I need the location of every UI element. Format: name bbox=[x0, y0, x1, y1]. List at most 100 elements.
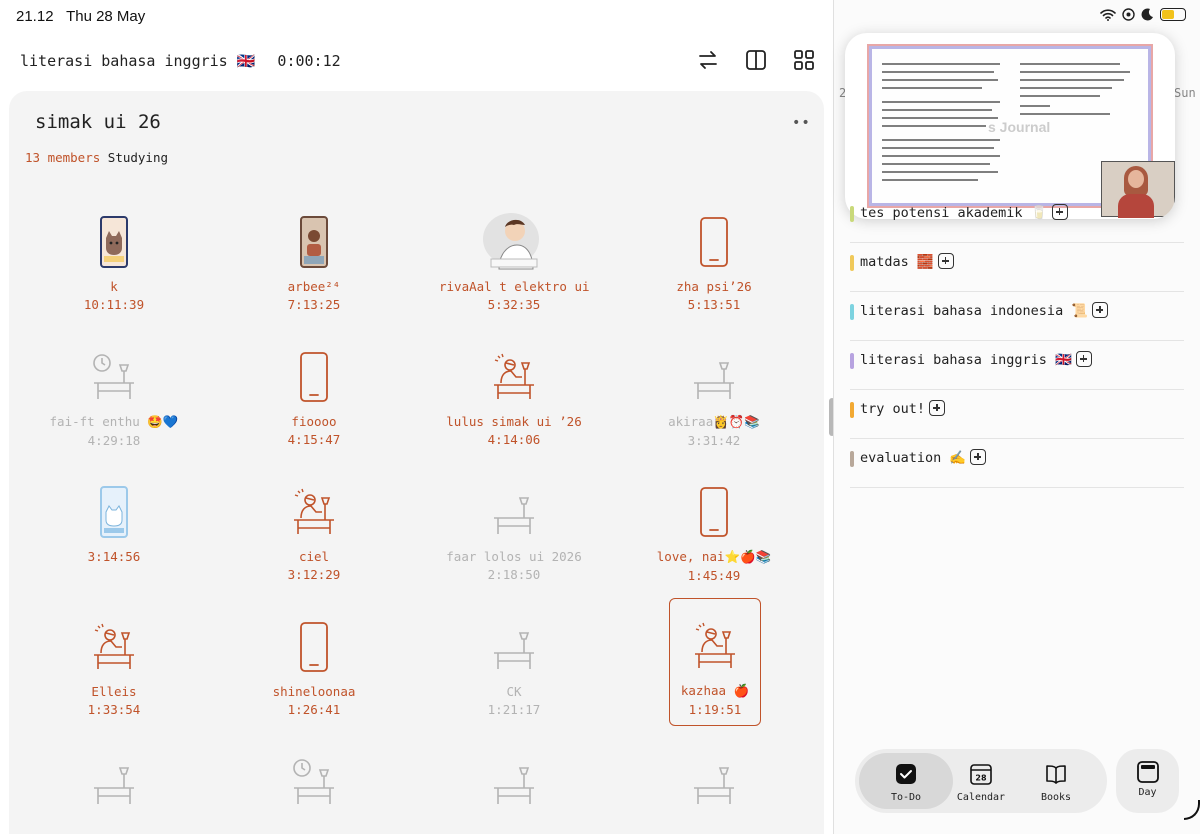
add-task-icon[interactable] bbox=[929, 400, 946, 416]
member-card[interactable] bbox=[39, 749, 189, 819]
member-name: lulus simak ui ’26 bbox=[446, 414, 582, 429]
studying-desk-icon bbox=[670, 613, 760, 679]
tab-books-label: Books bbox=[1040, 792, 1072, 803]
member-card[interactable]: k 10:11:39 bbox=[39, 209, 189, 312]
member-card[interactable]: faar lolos ui 2026 2:18:50 bbox=[439, 479, 589, 582]
member-card[interactable]: Elleis 1:33:54 bbox=[39, 614, 189, 717]
member-card[interactable]: zha psi’26 5:13:51 bbox=[639, 209, 789, 312]
member-name: k bbox=[110, 279, 118, 294]
phone-icon bbox=[239, 614, 389, 680]
add-task-icon[interactable] bbox=[1092, 302, 1109, 318]
phone-icon bbox=[639, 479, 789, 545]
status-date: Thu 28 May bbox=[66, 8, 146, 25]
picture-in-picture-video[interactable]: s Journal bbox=[845, 33, 1175, 219]
subject-item[interactable]: tes potensi akademik 🥛 bbox=[850, 194, 1184, 243]
subject-item[interactable]: try out! bbox=[850, 390, 1184, 439]
member-study-time: 5:32:35 bbox=[487, 297, 541, 312]
desk-icon bbox=[639, 749, 789, 815]
member-card[interactable]: akiraa👸⏰📚 3:31:42 bbox=[639, 344, 789, 448]
member-study-time: 1:26:41 bbox=[287, 702, 341, 717]
member-name: akiraa👸⏰📚 bbox=[668, 414, 760, 429]
desk-icon bbox=[639, 344, 789, 410]
subject-color-bar bbox=[850, 304, 854, 320]
member-card[interactable]: 3:14:56 bbox=[39, 479, 189, 564]
top-actions bbox=[696, 48, 816, 72]
member-card[interactable]: fai-ft enthu 🤩💙 4:29:18 bbox=[39, 344, 189, 448]
member-study-time: 1:21:17 bbox=[487, 702, 541, 717]
add-task-icon[interactable] bbox=[970, 449, 987, 465]
current-subject[interactable]: literasi bahasa inggris 🇬🇧 bbox=[20, 52, 255, 70]
studying-desk-icon bbox=[239, 479, 389, 545]
member-name: rivaAal t elektro ui bbox=[439, 279, 590, 294]
member-name: ciel bbox=[298, 549, 330, 564]
member-card[interactable]: fioooo 4:15:47 bbox=[239, 344, 389, 447]
member-card[interactable]: ciel 3:12:29 bbox=[239, 479, 389, 582]
member-name: love, nai⭐🍎📚 bbox=[656, 549, 772, 564]
studying-desk-icon bbox=[439, 344, 589, 410]
member-name: arbee²⁴ bbox=[287, 279, 341, 294]
subject-item[interactable]: matdas 🧱 bbox=[850, 243, 1184, 292]
member-count: 13 members bbox=[25, 150, 101, 165]
bottom-tab-bar: To-Do 28 Calendar Books bbox=[855, 749, 1107, 813]
battery-icon bbox=[1160, 8, 1186, 21]
member-card[interactable]: rivaAal t elektro ui 5:32:35 bbox=[439, 209, 590, 312]
split-view-icon[interactable] bbox=[744, 48, 768, 72]
status-bar-clock: 21.12 Thu 28 May bbox=[16, 8, 145, 25]
member-card[interactable] bbox=[639, 749, 789, 819]
swap-icon[interactable] bbox=[696, 48, 720, 72]
cat-phone-avatar-blue bbox=[39, 479, 189, 545]
cat-phone-avatar bbox=[39, 209, 189, 275]
add-task-icon[interactable] bbox=[1075, 351, 1092, 367]
tab-books[interactable]: Books bbox=[1009, 753, 1103, 809]
subject-item[interactable]: literasi bahasa inggris 🇬🇧 bbox=[850, 341, 1184, 390]
member-card[interactable]: kazhaa 🍎 1:19:51 bbox=[669, 598, 761, 726]
more-options-icon[interactable]: •• bbox=[792, 115, 811, 131]
subject-label-wrap: tes potensi akademik 🥛 bbox=[860, 204, 1068, 221]
grid-view-icon[interactable] bbox=[792, 48, 816, 72]
member-card[interactable] bbox=[439, 749, 589, 819]
member-card[interactable]: lulus simak ui ’26 4:14:06 bbox=[439, 344, 589, 447]
subject-label: matdas 🧱 bbox=[860, 254, 934, 270]
subject-label: literasi bahasa inggris 🇬🇧 bbox=[860, 352, 1072, 368]
member-study-time: 3:14:56 bbox=[87, 549, 141, 564]
photo-phone-avatar bbox=[239, 209, 389, 275]
subject-label: try out! bbox=[860, 401, 926, 417]
member-name: CK bbox=[506, 684, 522, 699]
subject-label-wrap: literasi bahasa indonesia 📜 bbox=[860, 302, 1109, 319]
subject-label: literasi bahasa indonesia 📜 bbox=[860, 303, 1089, 319]
member-card[interactable]: CK 1:21:17 bbox=[439, 614, 589, 717]
day-view-button[interactable]: Day bbox=[1116, 749, 1179, 813]
member-card[interactable]: arbee²⁴ 7:13:25 bbox=[239, 209, 389, 312]
desk-icon bbox=[439, 614, 589, 680]
group-status: 13 members Studying bbox=[25, 150, 168, 165]
member-study-time: 4:29:18 bbox=[87, 433, 141, 448]
member-study-time: 1:19:51 bbox=[688, 702, 742, 717]
member-card[interactable] bbox=[239, 749, 389, 819]
member-card[interactable]: love, nai⭐🍎📚 1:45:49 bbox=[639, 479, 789, 583]
member-card[interactable]: shineloonaa 1:26:41 bbox=[239, 614, 389, 717]
phone-icon bbox=[639, 209, 789, 275]
desk-icon bbox=[39, 749, 189, 815]
subject-color-bar bbox=[850, 451, 854, 467]
member-name: faar lolos ui 2026 bbox=[446, 549, 582, 564]
study-room-pane: 21.12 Thu 28 May literasi bahasa inggris… bbox=[0, 0, 835, 834]
pip-watermark: s Journal bbox=[988, 119, 1051, 135]
member-name: kazhaa 🍎 bbox=[680, 683, 750, 698]
day-view-label: Day bbox=[1138, 787, 1157, 798]
study-group-card: simak ui 26 •• 13 members Studying k 10:1… bbox=[9, 91, 824, 834]
day-view-icon bbox=[1136, 761, 1159, 783]
member-study-time: 1:33:54 bbox=[87, 702, 141, 717]
status-time: 21.12 bbox=[16, 8, 54, 25]
subject-item[interactable]: evaluation ✍️ bbox=[850, 439, 1184, 488]
member-study-time: 3:31:42 bbox=[687, 433, 741, 448]
group-title: simak ui 26 bbox=[35, 111, 161, 133]
subject-item[interactable]: literasi bahasa indonesia 📜 bbox=[850, 292, 1184, 341]
status-icons bbox=[1100, 8, 1186, 21]
member-study-time: 10:11:39 bbox=[83, 297, 145, 312]
week-day-last[interactable]: Sun bbox=[1174, 86, 1196, 100]
member-study-time: 4:15:47 bbox=[287, 432, 341, 447]
add-task-icon[interactable] bbox=[1051, 204, 1068, 220]
studying-desk-icon bbox=[39, 614, 189, 680]
member-study-time: 2:18:50 bbox=[487, 567, 541, 582]
add-task-icon[interactable] bbox=[937, 253, 954, 269]
